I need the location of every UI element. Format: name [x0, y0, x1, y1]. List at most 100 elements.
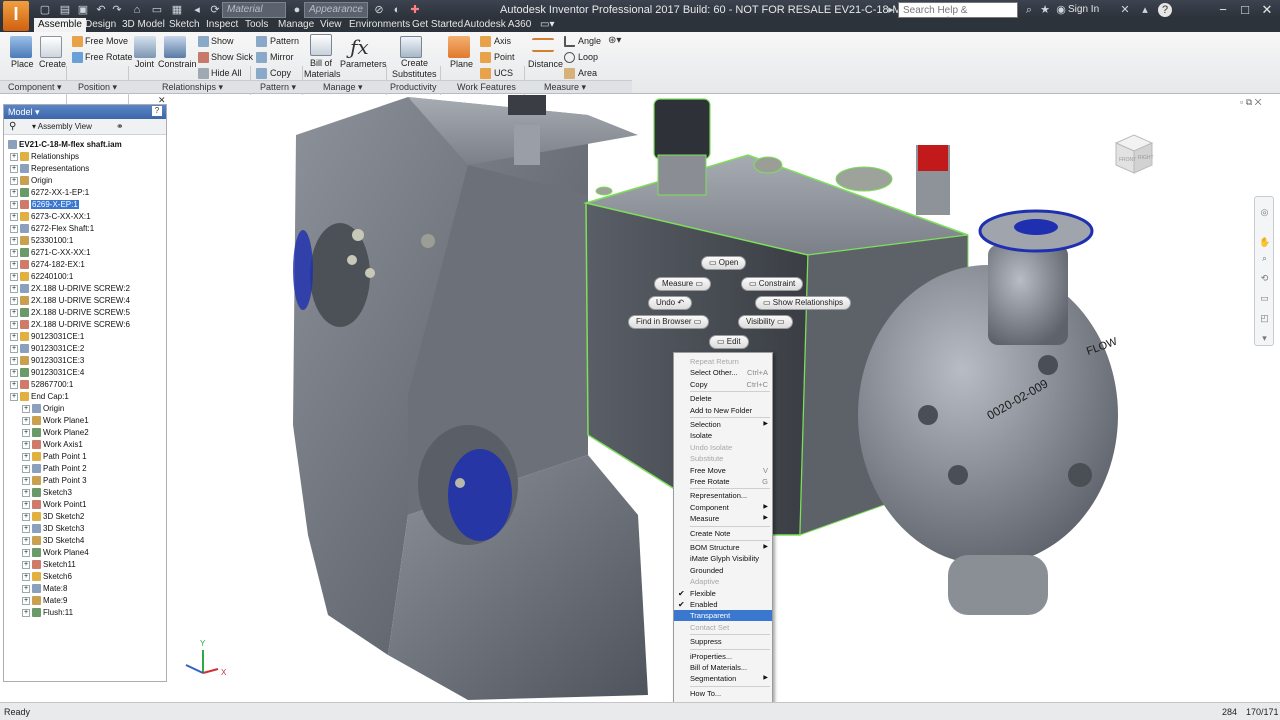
expand-toggle-icon[interactable]: + — [10, 260, 18, 269]
browser-close-icon[interactable]: ✕ — [158, 95, 166, 106]
context-menu-item[interactable]: Enabled ✔ — [674, 599, 772, 610]
tab-manage[interactable]: Manage — [274, 18, 318, 32]
context-menu-item[interactable]: iMate Glyph Visibility — [674, 553, 772, 564]
joint-icon[interactable] — [134, 36, 156, 58]
expand-toggle-icon[interactable]: + — [10, 188, 18, 197]
tree-item[interactable]: +3D Sketch2 — [22, 511, 84, 523]
place-component-icon[interactable] — [10, 36, 32, 58]
tree-item[interactable]: + Work Point1 — [22, 499, 86, 511]
expand-toggle-icon[interactable]: + — [22, 500, 30, 509]
area-button[interactable]: Area — [578, 68, 597, 78]
tree-item[interactable]: +52867700:1 — [10, 379, 73, 391]
steering-wheel-icon[interactable]: ◎ — [1259, 207, 1270, 218]
expand-toggle-icon[interactable]: + — [22, 512, 30, 521]
update-icon[interactable]: ⟳ — [208, 3, 222, 17]
tree-item[interactable]: +90123031CE:3 — [10, 355, 84, 367]
marking-measure-button[interactable]: Measure ▭ — [654, 277, 711, 291]
orbit-icon[interactable]: ⟲ — [1259, 273, 1270, 284]
context-menu-item[interactable]: Grounded — [674, 565, 772, 576]
tree-item[interactable]: +52330100:1 — [10, 235, 73, 247]
create-button[interactable]: Create — [39, 59, 66, 69]
tab-assemble[interactable]: Assemble — [34, 18, 86, 32]
axis-button[interactable]: Axis — [494, 36, 511, 46]
group-label-position[interactable]: Position ▾ — [78, 82, 117, 93]
fit-icon[interactable]: ◰ — [1259, 313, 1270, 324]
pan-icon[interactable]: ✋ — [1259, 237, 1270, 248]
material-combo[interactable]: Material — [222, 2, 286, 18]
open-file-icon[interactable]: ▤ — [58, 3, 72, 17]
tree-item[interactable]: + Path Point 2 — [22, 463, 87, 475]
tree-item[interactable]: + Origin — [22, 403, 64, 415]
create-substitutes-icon[interactable] — [400, 36, 422, 58]
navbar-menu-icon[interactable]: ▾ — [1259, 333, 1270, 344]
expand-toggle-icon[interactable]: + — [22, 524, 30, 533]
home-view-icon[interactable]: ⌂ — [130, 3, 144, 17]
redo-icon[interactable]: ↷ — [110, 3, 124, 17]
tree-item[interactable]: + Mate:8 — [22, 583, 67, 595]
clear-appearance-icon[interactable]: ⊘ — [372, 3, 386, 17]
context-menu-item[interactable]: Segmentation ▶ — [674, 673, 772, 684]
mirror-button[interactable]: Mirror — [270, 52, 294, 62]
assembly-view-dropdown[interactable]: ▾ Assembly View — [32, 122, 92, 131]
tree-item[interactable]: + Work Plane2 — [22, 427, 89, 439]
tree-item[interactable]: +90123031CE:2 — [10, 343, 84, 355]
context-menu-item[interactable]: Copy Ctrl+C — [674, 379, 772, 390]
marking-open-button[interactable]: ▭ Open — [701, 256, 747, 270]
tree-item[interactable]: + Work Plane1 — [22, 415, 89, 427]
tree-item[interactable]: + Sketch6 — [22, 571, 72, 583]
context-menu-item[interactable]: Select Other... Ctrl+A — [674, 367, 772, 378]
group-label-manage[interactable]: Manage ▾ — [323, 82, 363, 93]
context-menu-item[interactable]: Suppress — [674, 636, 772, 647]
context-menu-item[interactable]: Component ▶ — [674, 502, 772, 513]
angle-button[interactable]: Angle — [578, 36, 601, 46]
exchange-icon[interactable]: ✕ — [1118, 3, 1132, 17]
tree-item[interactable]: +90123031CE:4 — [10, 367, 84, 379]
expand-toggle-icon[interactable]: + — [10, 356, 18, 365]
expand-toggle-icon[interactable]: + — [22, 452, 30, 461]
tree-item[interactable]: +3D Sketch3 — [22, 523, 84, 535]
bill-of-label[interactable]: Bill of — [310, 58, 332, 68]
context-menu-item[interactable]: BOM Structure ▶ — [674, 542, 772, 553]
new-file-icon[interactable]: ▢ — [38, 3, 52, 17]
create-substitutes-label-1[interactable]: Create — [401, 58, 428, 68]
expand-toggle-icon[interactable]: + — [10, 332, 18, 341]
account-icon[interactable]: ▴ — [1138, 3, 1152, 17]
tree-item[interactable]: + Representations — [10, 163, 89, 175]
expand-toggle-icon[interactable]: + — [22, 440, 30, 449]
select-priority-icon[interactable]: ▦ — [170, 3, 184, 17]
tree-item[interactable]: + Path Point 3 — [22, 475, 87, 487]
tree-item[interactable]: +6273-C-XX-XX:1 — [10, 211, 91, 223]
context-menu-item[interactable]: Create Note — [674, 528, 772, 539]
materials-label[interactable]: Materials — [304, 69, 341, 79]
tree-item[interactable]: + Flush:11 — [22, 607, 73, 619]
help-dropdown-icon[interactable]: ▸ — [884, 3, 898, 17]
free-rotate-button[interactable]: Free Rotate — [85, 52, 133, 62]
search-input[interactable]: Search Help & Commands... — [898, 2, 1018, 27]
expand-toggle-icon[interactable]: + — [10, 224, 18, 233]
minimize-button[interactable]: − — [1212, 0, 1234, 20]
hide-all-button[interactable]: Hide All — [211, 68, 242, 78]
context-menu-item[interactable]: Flexible ✔ — [674, 588, 772, 599]
expand-toggle-icon[interactable]: + — [10, 320, 18, 329]
place-button[interactable]: Place — [11, 59, 34, 69]
tree-root[interactable]: EV21-C-18-M-flex shaft.iam — [8, 139, 122, 151]
expand-toggle-icon[interactable]: + — [10, 284, 18, 293]
marking-visibility-button[interactable]: Visibility ▭ — [738, 315, 793, 329]
favorites-icon[interactable]: ★ — [1038, 3, 1052, 17]
tab-3d-model[interactable]: 3D Model — [118, 18, 169, 32]
expand-toggle-icon[interactable]: + — [22, 488, 30, 497]
measure-tool-icon[interactable]: ✚ — [408, 3, 422, 17]
constrain-icon[interactable] — [164, 36, 186, 58]
return-icon[interactable]: ◂ — [190, 3, 204, 17]
user-icon[interactable]: ◉ — [1054, 3, 1068, 17]
tree-item[interactable]: +6269-X-EP:1 — [10, 199, 79, 211]
filter-icon[interactable]: ⚲ — [9, 121, 16, 132]
tree-item[interactable]: +3D Sketch4 — [22, 535, 84, 547]
appearance-combo[interactable]: Appearance — [304, 2, 368, 18]
help-icon[interactable]: ? — [1158, 3, 1172, 17]
viewport-restore-icon[interactable]: ▫ ⧉ ✕ — [1240, 97, 1261, 108]
expand-toggle-icon[interactable]: + — [10, 392, 18, 401]
tab-environments[interactable]: Environments — [345, 18, 414, 32]
context-menu-item[interactable]: iProperties... — [674, 651, 772, 662]
zoom-icon[interactable]: ⌕ — [1259, 253, 1270, 264]
